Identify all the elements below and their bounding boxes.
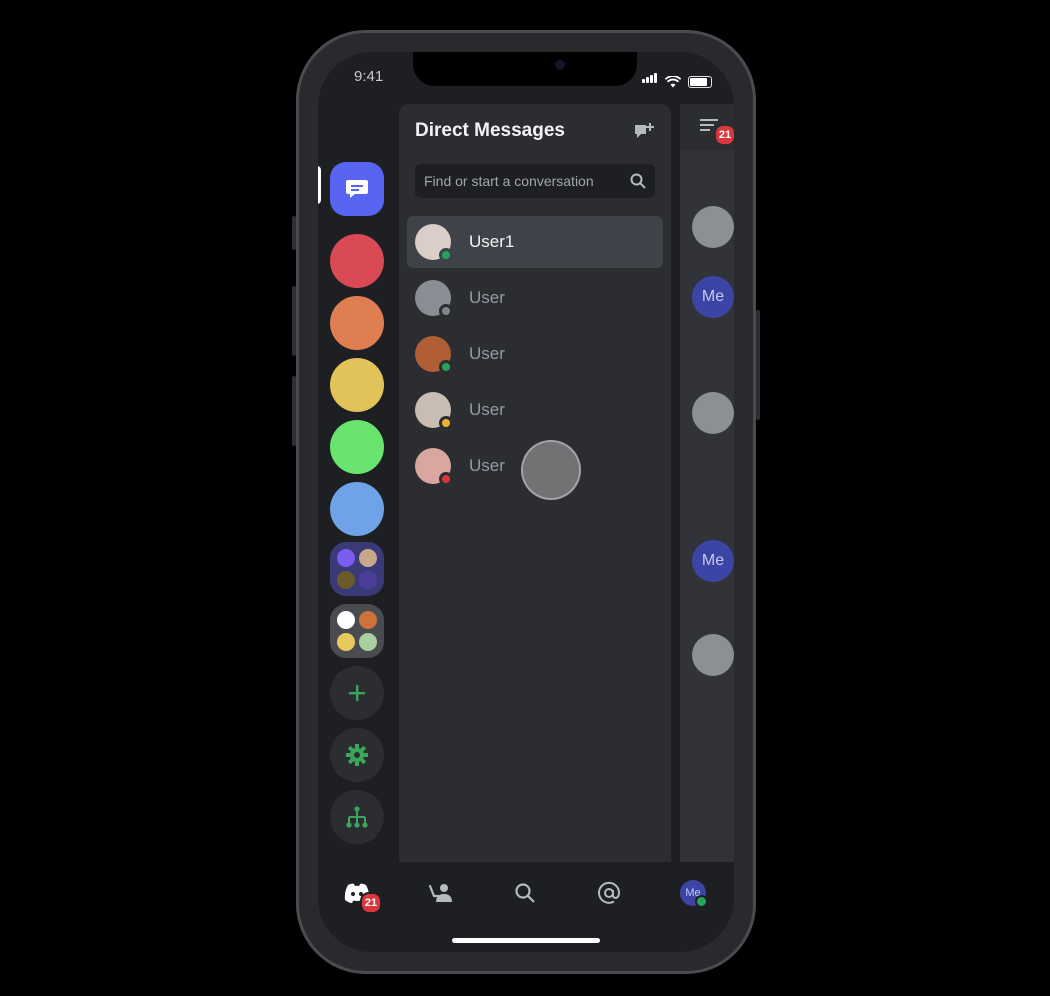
- camera: [555, 60, 565, 70]
- server-blue[interactable]: [330, 482, 384, 536]
- online-status-icon: [695, 895, 708, 908]
- folder-server-icon: [337, 571, 355, 589]
- phone-screen: 9:41 Direct Messages Find or start a con…: [318, 52, 734, 952]
- folder-server-icon: [359, 633, 377, 651]
- folder-server-icon: [337, 611, 355, 629]
- conversation-name: User: [469, 344, 505, 363]
- conversation-name: User1: [469, 232, 515, 251]
- tab-friends[interactable]: [426, 878, 456, 908]
- folder-server-icon: [337, 633, 355, 651]
- search-input[interactable]: Find or start a conversation: [415, 164, 655, 198]
- message-avatar: [692, 392, 734, 434]
- server-green[interactable]: [330, 420, 384, 474]
- idle-status-icon: [439, 416, 453, 430]
- bottom-tab-bar: 21 Me: [318, 862, 734, 952]
- touch-indicator: [521, 440, 581, 500]
- server-red[interactable]: [330, 234, 384, 288]
- conversation-row-user1[interactable]: User1: [407, 216, 663, 268]
- chat-bubble-icon: [346, 180, 368, 198]
- mention-badge: 21: [714, 124, 734, 146]
- server-folder-1[interactable]: [330, 542, 384, 596]
- tab-home[interactable]: 21: [342, 878, 382, 914]
- clock: 9:41: [354, 68, 384, 85]
- search-placeholder: Find or start a conversation: [424, 173, 594, 189]
- offline-status-icon: [439, 304, 453, 318]
- conversation-row[interactable]: User: [407, 384, 663, 436]
- my-avatar: Me: [692, 540, 734, 582]
- server-rail: [318, 104, 396, 864]
- tab-mentions[interactable]: [594, 878, 624, 908]
- conversation-row[interactable]: User: [407, 328, 663, 380]
- conversation-row[interactable]: User: [407, 272, 663, 324]
- online-status-icon: [439, 360, 453, 374]
- add-server-button[interactable]: [330, 666, 384, 720]
- status-icons: [642, 70, 712, 88]
- tab-search[interactable]: [510, 878, 540, 908]
- do-not-disturb-status-icon: [439, 472, 453, 486]
- server-directory-button[interactable]: [330, 790, 384, 844]
- new-message-icon[interactable]: [633, 122, 655, 142]
- server-orange[interactable]: [330, 296, 384, 350]
- search-icon: [630, 173, 646, 189]
- conversation-name: User: [469, 456, 505, 475]
- server-folder-2[interactable]: [330, 604, 384, 658]
- folder-server-icon: [359, 611, 377, 629]
- folder-server-icon: [337, 549, 355, 567]
- conversation-name: User: [469, 400, 505, 419]
- server-yellow[interactable]: [330, 358, 384, 412]
- at-sign-icon: [598, 881, 621, 904]
- plus-icon: [349, 685, 365, 701]
- online-status-icon: [439, 248, 453, 262]
- message-avatar: [692, 634, 734, 676]
- wifi-icon: [665, 76, 681, 88]
- direct-messages-panel: Direct Messages Find or start a conversa…: [399, 104, 671, 864]
- home-indicator: [452, 938, 600, 943]
- my-avatar: Me: [692, 276, 734, 318]
- search-icon: [515, 883, 535, 903]
- folder-server-icon: [359, 549, 377, 567]
- tab-profile[interactable]: Me: [678, 878, 708, 908]
- status-bar: 9:41: [318, 52, 734, 102]
- mute-switch: [292, 216, 296, 250]
- profile-avatar: Me: [680, 880, 708, 908]
- signal-icon: [642, 70, 658, 88]
- chat-header: 21: [680, 104, 734, 150]
- selected-indicator: [318, 166, 321, 204]
- volume-down-button: [292, 376, 296, 446]
- message-avatar: [692, 206, 734, 248]
- notch: [413, 52, 637, 86]
- conversation-name: User: [469, 288, 505, 307]
- volume-up-button: [292, 286, 296, 356]
- folder-server-icon: [359, 571, 377, 589]
- gear-icon: [346, 744, 368, 766]
- hierarchy-icon: [346, 806, 368, 828]
- chat-preview: 21 Me Me: [680, 104, 734, 864]
- direct-messages-button[interactable]: [330, 162, 384, 216]
- power-button: [756, 310, 760, 420]
- notification-badge: 21: [360, 892, 382, 914]
- battery-icon: [688, 76, 712, 88]
- settings-button[interactable]: [330, 728, 384, 782]
- panel-title: Direct Messages: [415, 120, 565, 141]
- friends-wave-icon: [428, 884, 452, 902]
